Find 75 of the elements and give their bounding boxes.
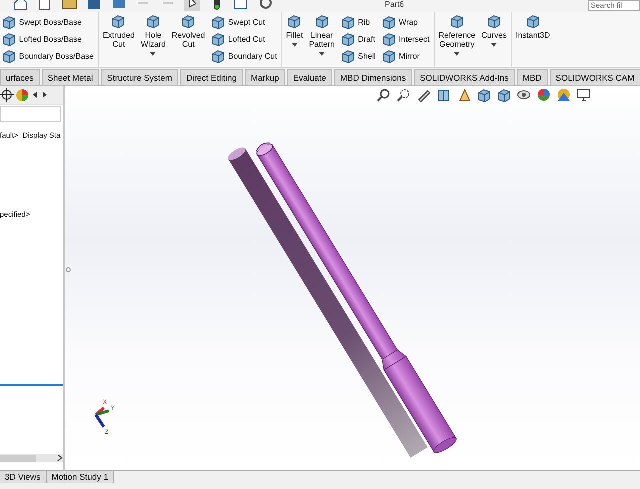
block-icon[interactable] [2,14,18,30]
block-icon[interactable] [211,14,226,30]
color-wheel-icon[interactable] [16,88,30,102]
bottom-tab[interactable]: 3D Views [0,471,47,483]
tool-button[interactable]: Boundary Cut [228,50,278,62]
ribbon-tab[interactable]: Sheet Metal [42,69,100,85]
block-icon[interactable] [486,14,502,30]
ribbon-tab[interactable]: Direct Editing [180,69,243,85]
monitor-icon[interactable] [577,88,592,103]
ribbon-tab[interactable]: Markup [245,69,286,85]
block-icon[interactable] [287,14,302,30]
block-icon[interactable] [146,14,161,30]
appearance-icon[interactable] [537,88,552,103]
tool-button[interactable]: Wrap [399,16,418,28]
tool-button[interactable]: Curves [482,30,507,41]
scroll-thumb[interactable] [0,454,36,462]
crosshair-icon[interactable] [0,88,14,102]
block-icon[interactable] [382,32,397,48]
tool-button[interactable]: Revolved Cut [172,30,206,50]
block-icon[interactable] [340,32,356,48]
zoom-icon[interactable] [377,88,392,103]
tool-button[interactable]: Mirror [399,50,420,62]
caret-icon[interactable] [319,52,326,56]
cursor-icon[interactable] [184,0,200,11]
zoom-area-icon[interactable] [397,88,412,103]
block-icon[interactable] [314,14,330,30]
right-chevron-icon[interactable] [57,454,63,462]
tool-button[interactable]: Swept Cut [228,16,266,28]
tool-button[interactable]: Intersect [399,34,430,46]
tool-button[interactable]: Reference Geometry [438,30,476,50]
ribbon-tab[interactable]: MBD [516,69,548,85]
bottom-tab[interactable]: Motion Study 1 [46,471,114,483]
block-icon[interactable] [340,48,356,64]
tool-button[interactable]: Swept Boss/Base [19,16,82,28]
block-icon[interactable] [211,48,226,64]
block-icon[interactable] [111,14,126,30]
block-icon[interactable] [2,32,18,48]
left-arrow-icon[interactable] [31,90,40,100]
scrollbar[interactable] [0,454,63,462]
window-title: Part6 [385,0,404,10]
block-icon[interactable] [181,14,196,30]
tool-button[interactable]: Hole Wizard [141,30,166,50]
tool-button[interactable]: Linear Pattern [309,30,335,50]
caret-icon[interactable] [292,42,298,47]
tool-button[interactable]: Lofted Boss/Base [19,34,82,46]
tool-button[interactable]: Lofted Cut [228,34,266,46]
ribbon-tab[interactable]: SOLIDWORKS CAM [550,69,640,85]
tool-button[interactable]: Rib [358,16,370,28]
ribbon-tab[interactable]: urfaces [0,69,40,85]
tool-button[interactable]: Instant3D [516,30,550,41]
pencil-icon[interactable] [417,88,432,103]
tool-button[interactable]: Shell [358,50,376,62]
caret-icon[interactable] [491,42,498,47]
block-icon[interactable] [2,48,18,64]
tool-button[interactable]: Fillet [286,30,304,41]
ribbon-tab[interactable]: SOLIDWORKS Add-Ins [414,69,515,85]
block-icon[interactable] [382,14,397,30]
block-icon[interactable] [526,14,541,30]
caret-icon[interactable] [150,52,156,56]
block-icon[interactable] [382,48,397,64]
caret-icon[interactable] [454,52,460,56]
block-icon[interactable] [211,32,226,48]
tool-button[interactable]: Boundary Boss/Base [19,50,94,62]
tool-button[interactable]: Draft [358,34,376,46]
ribbon-tab[interactable]: Evaluate [287,69,332,85]
axis-triad-drawing [94,406,110,428]
tool-button[interactable]: Extruded Cut [102,30,135,50]
block-icon[interactable] [450,14,465,30]
ribbon-tab[interactable]: Structure System [101,69,178,85]
block-icon[interactable] [340,14,356,30]
filter-field[interactable] [0,106,61,122]
scene-icon[interactable] [557,88,572,103]
section-view-icon[interactable] [437,88,452,103]
right-arrow-icon[interactable] [41,90,50,100]
ribbon-tab[interactable]: MBD Dimensions [334,69,412,85]
